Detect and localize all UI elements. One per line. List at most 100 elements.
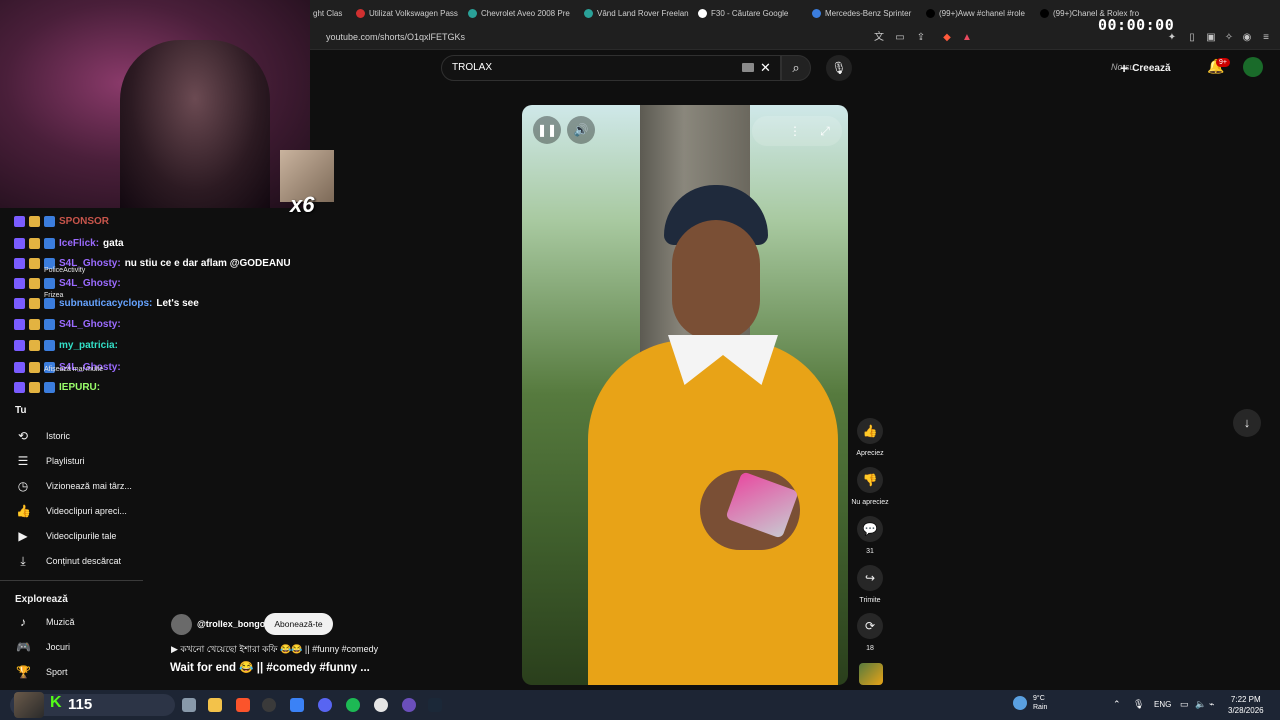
chat-username: SPONSOR (59, 216, 110, 227)
download-icon: ⤓ (20, 553, 26, 568)
chat-message: IEPURU: (14, 382, 104, 393)
subscription-name[interactable]: Afișează mai multe (44, 366, 103, 373)
chat-badge-icon (14, 340, 25, 351)
steam-icon[interactable] (428, 698, 442, 712)
brave-shield-icon[interactable]: ◆ (940, 31, 954, 45)
subscription-name[interactable]: Frizea (44, 292, 63, 299)
channel-name[interactable]: @trollex_bongo (197, 619, 265, 629)
tab-favicon-icon (356, 8, 365, 18)
audio-source-thumbnail[interactable] (859, 663, 883, 685)
like-icon[interactable]: 👍 (857, 418, 883, 444)
wallet-icon[interactable]: ▣ (1204, 31, 1218, 45)
account-avatar[interactable] (1243, 57, 1263, 77)
sidebar-toggle-icon[interactable]: ▯ (1185, 31, 1199, 45)
volume-button[interactable]: 🔊 (567, 116, 595, 144)
rewards-icon[interactable]: ▲ (960, 31, 974, 45)
sidebar-item[interactable]: ▶ Videoclipurile tale (16, 526, 116, 546)
store-icon[interactable] (290, 698, 304, 712)
channel-avatar[interactable] (171, 614, 192, 635)
share-page-icon[interactable]: ⇪ (914, 31, 928, 45)
chrome-icon[interactable] (374, 698, 388, 712)
weather-widget[interactable]: 9°C Rain (1033, 694, 1047, 712)
browser-tab[interactable]: Mercedes-Benz Sprinter (812, 4, 920, 22)
chat-badge-icon (29, 298, 40, 309)
subscribe-button[interactable]: Abonează-te (264, 613, 333, 635)
browser-tab[interactable]: Chevrolet Aveo 2008 Pre (468, 4, 576, 22)
spotify-icon[interactable] (346, 698, 360, 712)
url-text[interactable]: youtube.com/shorts/O1qxlFETGKs (326, 32, 465, 42)
sidebar-item-label: Videoclipurile tale (46, 531, 117, 541)
pause-button[interactable]: ❚❚ (533, 116, 561, 144)
short-action[interactable]: 💬 31 (857, 516, 883, 555)
search-button[interactable]: ⌕ (781, 55, 811, 81)
tab-favicon-icon (1040, 8, 1049, 18)
file-explorer-icon[interactable] (208, 698, 222, 712)
volume-tray-icon[interactable]: 🔈 (1195, 699, 1206, 710)
sidebar-item[interactable]: 🏆 Sport (16, 662, 68, 682)
weather-desc: Rain (1033, 704, 1048, 711)
remix-icon[interactable]: ⟳ (857, 613, 883, 639)
dislike-icon[interactable]: 👎 (857, 467, 883, 493)
sidebar-item[interactable]: 👍 Videoclipuri apreci... (16, 501, 127, 521)
share-icon[interactable]: ↪ (857, 565, 883, 591)
music-icon: ♪ (20, 615, 26, 629)
browser-tab[interactable]: (99+)Aww #chanel #role (926, 4, 1034, 22)
more-options-icon[interactable]: ⋮ (781, 117, 809, 145)
voice-search-button[interactable]: 🎙 (826, 55, 852, 81)
create-button[interactable]: + Creează (1120, 56, 1171, 80)
next-short-button[interactable]: ↓ (1233, 409, 1261, 437)
keyboard-icon[interactable] (742, 63, 754, 72)
clock-time: 7:22 PM (1230, 695, 1261, 704)
gamepad-icon: 🎮 (16, 640, 31, 654)
app-icon[interactable] (402, 698, 416, 712)
menu-icon[interactable]: ≡ (1259, 31, 1273, 45)
chat-badge-icon (44, 340, 55, 351)
short-action-label: 18 (866, 645, 874, 652)
comment-icon[interactable]: 💬 (857, 516, 883, 542)
sidebar-item[interactable]: ⟲ Istoric (16, 426, 70, 446)
short-action[interactable]: ⟳ 18 (857, 613, 883, 652)
subscription-name[interactable]: PoliceActivity (44, 267, 85, 274)
plus-icon: + (1120, 60, 1129, 76)
short-description[interactable]: ▶ কখনো খেয়েছো ইশারা কফি 😂😂 || #funny #c… (171, 642, 378, 657)
screen-icon[interactable]: ▭ (893, 31, 907, 45)
short-action[interactable]: ↪ Trimite (857, 565, 883, 604)
weather-temp: 9°C (1033, 695, 1045, 702)
sidebar-item-label: Videoclipuri apreci... (46, 506, 127, 516)
short-action[interactable]: 👎 Nu apreciez (851, 467, 889, 506)
chat-message: IceFlick: gata (14, 238, 124, 249)
search-input-value[interactable]: TROLAX (452, 62, 492, 73)
fullscreen-icon[interactable]: ⤢ (811, 117, 839, 145)
tab-label: Mercedes-Benz Sprinter (825, 8, 912, 18)
short-action[interactable]: 👍 Apreciez (856, 418, 884, 457)
network-tray-icon[interactable]: ⌁ (1209, 699, 1214, 710)
sidebar-item-label: Vizionează mai târz... (46, 481, 132, 491)
sidebar-item[interactable]: ⤓ Conținut descărcat (16, 551, 121, 571)
discord-icon[interactable] (318, 698, 332, 712)
sidebar-item[interactable]: ☰ Playlisturi (16, 451, 85, 471)
chat-badge-icon (29, 362, 40, 373)
task-view-icon[interactable] (182, 698, 196, 712)
sidebar-item[interactable]: 🎮 Jocuri (16, 637, 70, 657)
chat-badge-icon (29, 278, 40, 289)
browser-tab[interactable]: F30 - Căutare Google (698, 4, 806, 22)
tray-chevron-icon[interactable]: ⌃ (1113, 699, 1121, 710)
translate-icon[interactable]: 文 (872, 31, 886, 45)
sidebar-item[interactable]: ◷ Vizionează mai târz... (16, 476, 132, 496)
ai-icon[interactable]: ✧ (1222, 31, 1236, 45)
pause-icon: ❚❚ (536, 123, 558, 137)
display-tray-icon[interactable]: ▭ (1180, 699, 1189, 710)
browser-tab[interactable]: Vând Land Rover Freelan (584, 4, 692, 22)
vpn-icon[interactable]: ◉ (1240, 31, 1254, 45)
clear-search-icon[interactable]: ✕ (760, 60, 771, 76)
system-clock[interactable]: 7:22 PM 3/28/2026 (1228, 694, 1264, 716)
chat-badge-icon (44, 216, 55, 227)
browser-tab[interactable]: Utilizat Volkswagen Pass (356, 4, 464, 22)
sidebar-item[interactable]: ♪ Muzică (16, 612, 75, 632)
obs-icon[interactable] (262, 698, 276, 712)
mic-tray-icon[interactable]: 🎙 (1133, 699, 1144, 710)
brave-browser-icon[interactable] (236, 698, 250, 712)
chat-username: S4L_Ghosty: (59, 278, 121, 289)
language-indicator[interactable]: ENG (1154, 700, 1171, 709)
short-title[interactable]: Wait for end 😂 || #comedy #funny ... (170, 660, 370, 674)
